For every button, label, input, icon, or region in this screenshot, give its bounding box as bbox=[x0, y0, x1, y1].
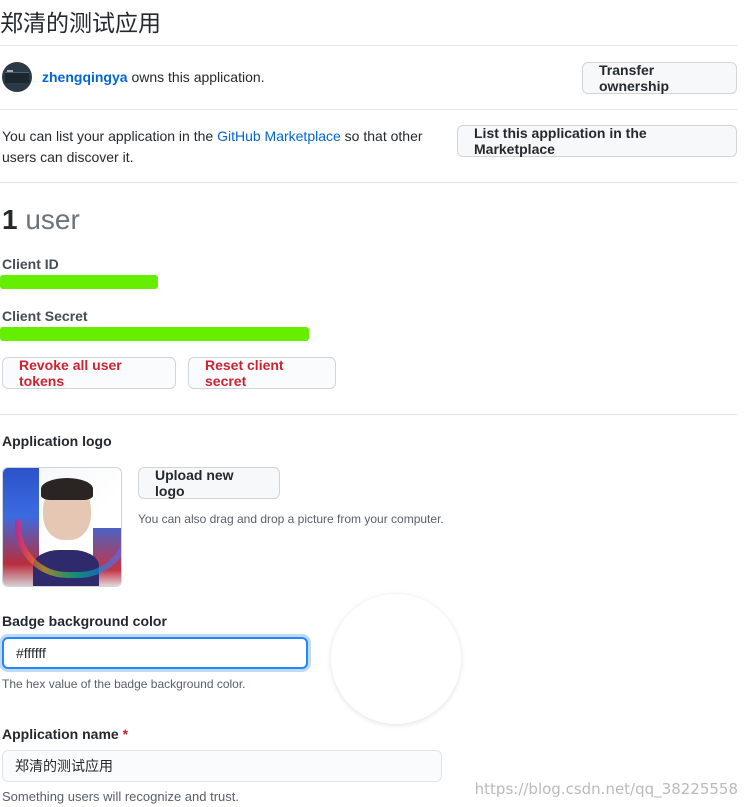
badge-color-input[interactable]: #ffffff bbox=[2, 637, 308, 669]
avatar-screen bbox=[5, 72, 29, 83]
list-in-marketplace-button[interactable]: List this application in the Marketplace bbox=[457, 125, 737, 157]
divider bbox=[0, 182, 737, 183]
application-logo-image bbox=[2, 467, 122, 587]
application-name-hint: Something users will recognize and trust… bbox=[2, 789, 240, 804]
color-picker-circle[interactable] bbox=[331, 594, 461, 724]
badge-color-hint: The hex value of the badge background co… bbox=[2, 677, 246, 691]
user-count-number: 1 bbox=[2, 204, 18, 235]
avatar[interactable] bbox=[2, 62, 32, 92]
drag-drop-hint: You can also drag and drop a picture fro… bbox=[138, 512, 444, 526]
divider bbox=[0, 414, 737, 415]
marketplace-text: You can list your application in the Git… bbox=[2, 126, 442, 168]
revoke-tokens-button[interactable]: Revoke all user tokens bbox=[2, 357, 176, 389]
client-id-label: Client ID bbox=[2, 256, 59, 272]
owner-link[interactable]: zhengqingya bbox=[42, 69, 128, 85]
divider bbox=[0, 45, 737, 46]
marketplace-text-before: You can list your application in the bbox=[2, 128, 218, 144]
application-name-label-text: Application name bbox=[2, 726, 119, 742]
owner-text: zhengqingya owns this application. bbox=[42, 69, 265, 85]
reset-secret-button[interactable]: Reset client secret bbox=[188, 357, 336, 389]
watermark: https://blog.csdn.net/qq_38225558 bbox=[474, 780, 738, 798]
client-secret-redaction bbox=[0, 327, 309, 341]
owner-suffix: owns this application. bbox=[127, 69, 265, 85]
user-count: 1 user bbox=[2, 204, 80, 236]
badge-color-label: Badge background color bbox=[2, 613, 167, 629]
application-name-input[interactable]: 郑清的测试应用 bbox=[2, 750, 442, 782]
application-name-label: Application name * bbox=[2, 726, 128, 742]
marketplace-link[interactable]: GitHub Marketplace bbox=[217, 128, 341, 144]
client-id-redaction bbox=[0, 275, 158, 289]
required-marker: * bbox=[122, 726, 129, 742]
client-secret-label: Client Secret bbox=[2, 308, 88, 324]
avatar-dots bbox=[7, 70, 13, 72]
logo-hair bbox=[41, 478, 93, 500]
application-logo-label: Application logo bbox=[2, 433, 112, 449]
divider bbox=[0, 109, 737, 110]
user-count-label: user bbox=[25, 204, 80, 235]
upload-logo-button[interactable]: Upload new logo bbox=[138, 467, 280, 499]
page-title: 郑清的测试应用 bbox=[0, 11, 161, 37]
transfer-ownership-button[interactable]: Transfer ownership bbox=[582, 62, 737, 94]
